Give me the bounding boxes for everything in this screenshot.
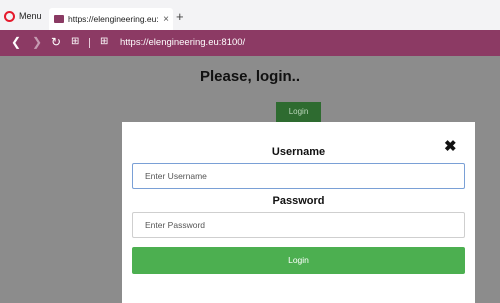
tab-close-icon[interactable]: × <box>163 14 169 25</box>
background-login-button: Login <box>276 102 321 122</box>
opera-logo-icon <box>4 10 15 22</box>
tab-bar: Menu https://elengineering.eu:8 × + <box>0 0 500 30</box>
back-icon[interactable]: ❮ <box>11 35 21 49</box>
speed-dial-icon[interactable]: ⊞ <box>71 35 79 49</box>
tab-title: https://elengineering.eu:8 <box>68 14 160 24</box>
login-button[interactable]: Login <box>132 247 465 274</box>
url-field[interactable]: https://elengineering.eu:8100/ <box>120 37 245 48</box>
tab-active[interactable]: https://elengineering.eu:8 × <box>49 8 173 30</box>
username-label: Username <box>271 146 326 158</box>
page-title: Please, login.. <box>199 68 301 85</box>
tab-grid-icon[interactable]: ⊞ <box>100 35 108 49</box>
close-icon[interactable]: ✖ <box>444 139 457 155</box>
site-favicon-icon <box>54 15 64 23</box>
password-label: Password <box>272 195 325 207</box>
username-field[interactable]: Enter Username <box>132 163 465 189</box>
reload-icon[interactable]: ↻ <box>51 35 61 49</box>
opera-menu-button[interactable]: Menu <box>4 8 42 24</box>
forward-icon[interactable]: ❯ <box>32 35 42 49</box>
toolbar-divider <box>89 38 90 48</box>
menu-label: Menu <box>19 11 42 21</box>
login-modal: Username ✖ Enter Username Password Enter… <box>122 122 475 303</box>
address-bar: ❮ ❯ ↻ ⊞ ⊞ https://elengineering.eu:8100/ <box>0 30 500 56</box>
password-field[interactable]: Enter Password <box>132 212 465 238</box>
new-tab-button[interactable]: + <box>176 10 184 24</box>
